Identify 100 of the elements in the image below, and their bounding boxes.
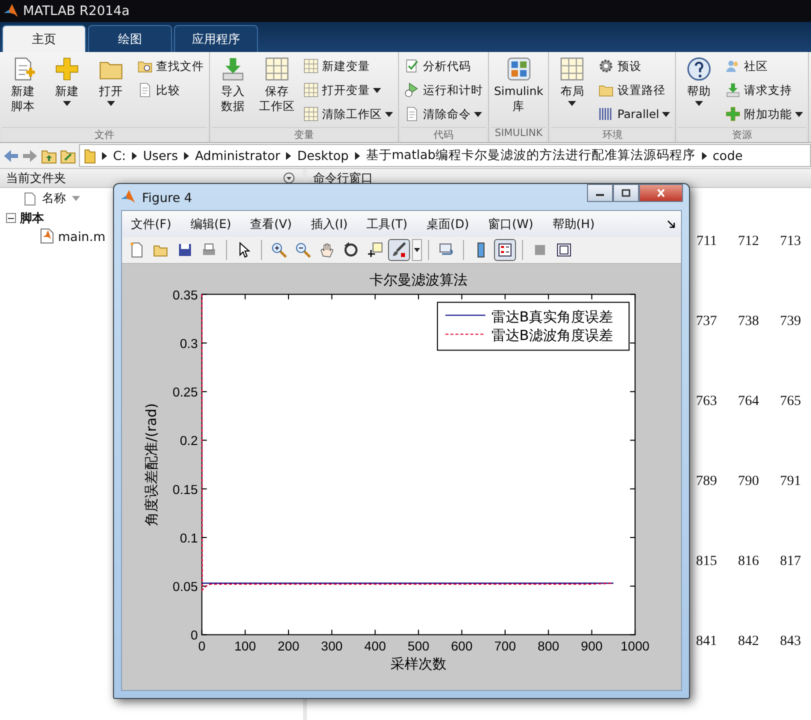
dock-arrow-icon[interactable] (667, 220, 676, 228)
group-label: 环境 (551, 127, 674, 142)
ribbon-button[interactable]: 预设 (595, 55, 674, 77)
grid-icon (303, 106, 319, 122)
square-icon (532, 242, 548, 258)
breadcrumb-item[interactable]: Desktop (297, 148, 349, 163)
column-header[interactable]: 名称 (0, 188, 84, 209)
toolbar-button[interactable] (388, 239, 410, 261)
toolbar-button[interactable] (494, 239, 516, 261)
output-number: 842 (738, 634, 759, 651)
column-name: 名称 (42, 190, 66, 207)
tree-item[interactable]: 脚本 (20, 210, 44, 226)
grid-icon (303, 82, 319, 98)
ribbon-button[interactable]: 分析代码 (401, 55, 486, 77)
breadcrumb-item[interactable]: Users (142, 148, 178, 163)
breadcrumb-item[interactable]: 基于matlab编程卡尔曼滤波的方法进行配准算法源码程序 (366, 147, 696, 164)
arrow-icon (725, 82, 742, 98)
legend-label: 雷达B滤波角度误差 (491, 328, 613, 344)
caret-icon (414, 248, 420, 252)
grid-icon (303, 58, 319, 74)
menu-item[interactable]: 桌面(D) (426, 216, 470, 232)
output-number: 789 (696, 474, 717, 491)
gear-icon (598, 58, 614, 74)
data-cursor-icon (367, 242, 383, 258)
y-tick-label: 0 (190, 628, 198, 643)
plus-icon (725, 106, 742, 122)
legend-label: 雷达B真实角度误差 (491, 309, 613, 326)
menu-item[interactable]: 文件(F) (131, 216, 172, 232)
legend-line-sample (444, 334, 486, 335)
ribbon-button[interactable]: 设置路径 (595, 79, 674, 101)
menu-item[interactable]: 查看(V) (250, 216, 292, 232)
ribbon-button[interactable]: 帮助 (678, 55, 720, 107)
x-tick-label: 700 (494, 638, 516, 654)
output-number: 738 (738, 314, 759, 331)
check-document-icon (404, 58, 420, 74)
layout-grid-icon (559, 56, 586, 82)
group-label: 变量 (212, 127, 396, 142)
new-file-icon (129, 242, 145, 258)
ribbon-button[interactable]: 打开 (90, 55, 132, 107)
ribbon-button[interactable]: 清除工作区 (300, 103, 396, 125)
tree-item[interactable]: main.m (58, 228, 106, 244)
breadcrumb-arrow-icon (132, 152, 137, 160)
ribbon-tab[interactable]: 应用程序 (174, 25, 258, 52)
minimize-button[interactable] (587, 184, 613, 202)
rotate-icon (343, 242, 359, 258)
ribbon-button[interactable]: 保存 工作区 (256, 55, 298, 115)
output-number: 739 (780, 314, 801, 331)
collapse-toggle-icon[interactable] (6, 213, 16, 223)
output-number: 713 (780, 234, 801, 251)
menu-item[interactable]: 帮助(H) (552, 216, 595, 232)
ribbon-tab[interactable]: 绘图 (88, 25, 172, 52)
ribbon-tab[interactable]: 主页 (2, 25, 86, 52)
dropdown-circle-icon[interactable] (283, 172, 295, 184)
ribbon-button[interactable]: 查找文件 (134, 55, 207, 77)
ribbon-button[interactable]: 社区 (722, 55, 806, 77)
sort-caret-icon (72, 196, 80, 201)
ribbon-button[interactable]: 新建 脚本 (2, 55, 44, 115)
ribbon-button[interactable]: Parallel (595, 103, 674, 125)
ribbon-button[interactable]: 清除命令 (401, 103, 486, 125)
menu-item[interactable]: 工具(T) (366, 216, 408, 232)
breadcrumb-arrow-icon (702, 152, 707, 160)
browse-folder-icon[interactable] (60, 148, 76, 164)
breadcrumb-item[interactable]: code (712, 148, 743, 163)
group-label: 资源 (678, 127, 806, 142)
ribbon-button[interactable]: 新建 (46, 55, 88, 107)
y-tick-label: 0.2 (180, 433, 198, 448)
ribbon-button[interactable]: Simulink 库 (491, 55, 546, 115)
ribbon-button[interactable]: 导入 数据 (212, 55, 254, 115)
breadcrumb-arrow-icon (354, 152, 360, 160)
zoom-out-icon (295, 242, 311, 258)
ribbon-button[interactable]: 请求支持 (722, 79, 806, 101)
output-number: 711 (696, 234, 717, 251)
breadcrumb-item[interactable]: C: (113, 148, 126, 163)
ribbon-button[interactable]: 打开变量 (300, 79, 396, 101)
grid-icon (264, 56, 290, 82)
x-tick-label: 500 (408, 638, 430, 654)
y-tick-label: 0.3 (180, 336, 198, 351)
menu-item[interactable]: 窗口(W) (488, 216, 534, 232)
maximize-button[interactable] (613, 184, 639, 202)
ribbon-button[interactable]: 新建变量 (300, 55, 396, 77)
dropdown-button[interactable] (412, 239, 422, 261)
ribbon-button[interactable]: 比较 (134, 79, 207, 101)
y-tick-label: 0.25 (172, 384, 198, 400)
ribbon-button[interactable]: 运行和计时 (401, 79, 486, 101)
close-button[interactable] (639, 184, 683, 202)
output-number: 764 (738, 394, 759, 411)
output-number: 765 (780, 394, 801, 411)
save-icon (177, 242, 193, 258)
breadcrumb-arrow-icon (286, 152, 292, 160)
x-tick-label: 100 (234, 638, 256, 654)
ribbon-button[interactable]: 布局 (551, 55, 594, 107)
window-title: MATLAB R2014a (23, 4, 130, 18)
ribbon-button[interactable]: 附加功能 (722, 103, 806, 125)
address-bar[interactable]: C: Users Administrator Desktop 基于matlab编程卡尔曼滤波的方法进行配准算法源码程序 code (79, 144, 811, 167)
back-arrow-icon[interactable] (3, 148, 19, 164)
menu-item[interactable]: 编辑(E) (190, 216, 232, 232)
up-folder-icon[interactable] (41, 148, 57, 164)
menu-item[interactable]: 插入(I) (310, 216, 348, 232)
output-number: 843 (780, 634, 801, 651)
breadcrumb-item[interactable]: Administrator (194, 148, 280, 163)
